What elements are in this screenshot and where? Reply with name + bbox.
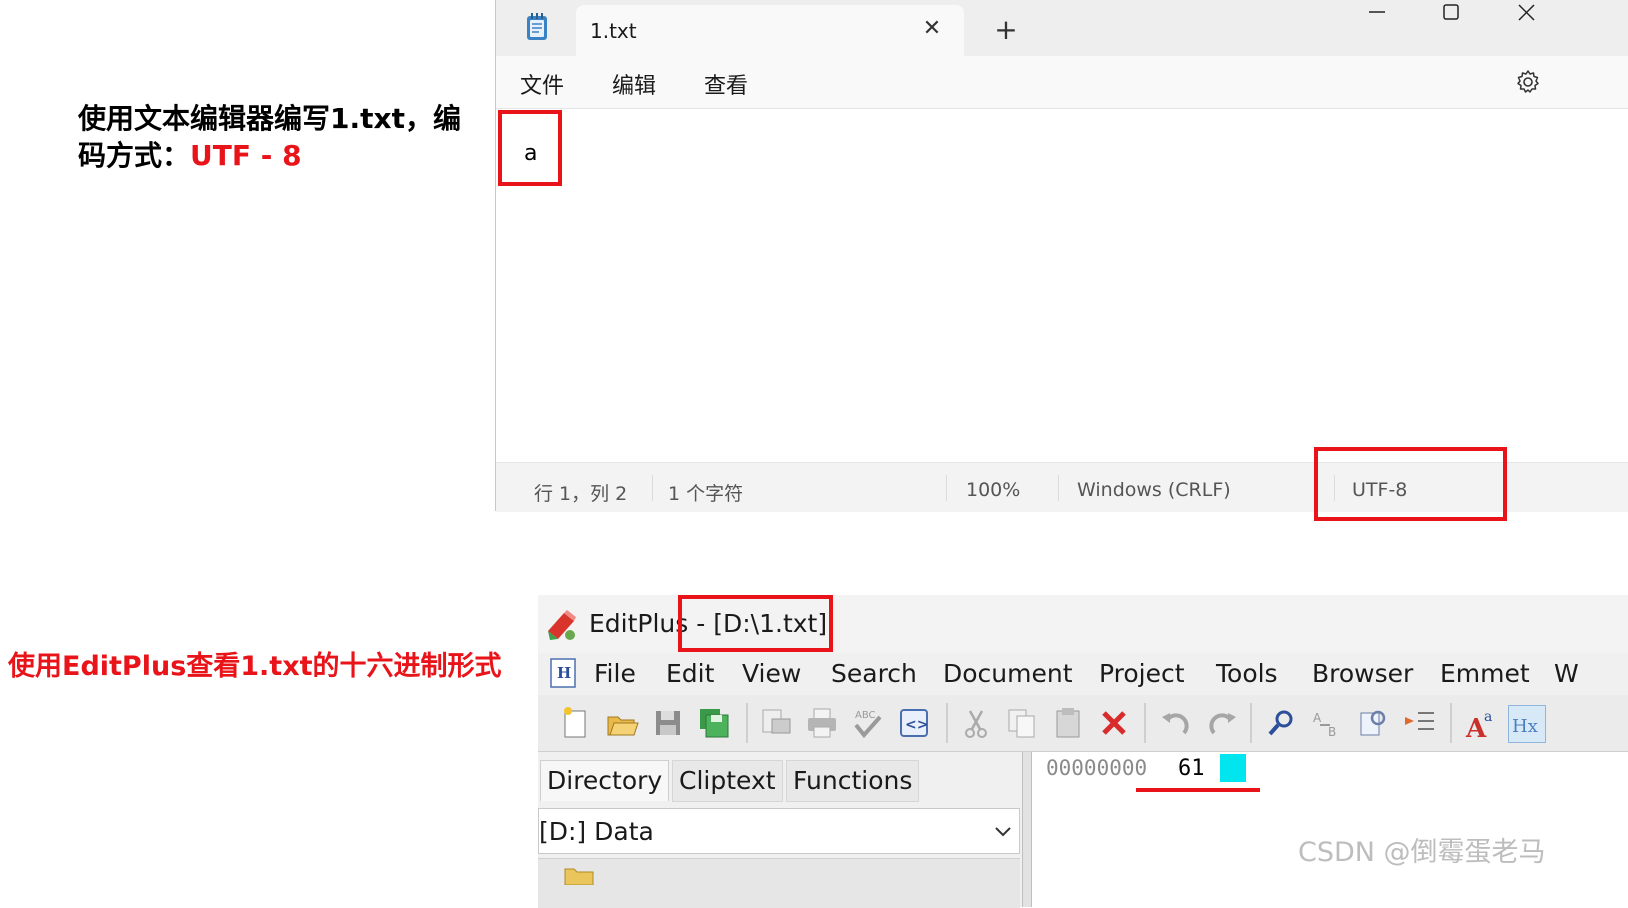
font-icon[interactable]: Aa: [1464, 705, 1500, 744]
redo-icon[interactable]: [1204, 705, 1240, 741]
notepad-window: 1.txt ✕ + 文件 编辑 查看 a 行 1，列 2 1 个字符 100% …: [495, 0, 1628, 512]
save-icon[interactable]: [650, 705, 686, 741]
find-icon[interactable]: [1264, 705, 1300, 741]
watermark: CSDN @倒霉蛋老马: [1298, 837, 1546, 868]
notepad-icon: [524, 12, 550, 42]
menu-view[interactable]: View: [742, 659, 801, 688]
toolbar-separator: [1144, 703, 1146, 743]
new-tab-button[interactable]: +: [990, 14, 1022, 46]
tab-1-txt[interactable]: 1.txt ✕: [576, 5, 964, 56]
status-divider: [1058, 475, 1059, 501]
hex-byte: 61: [1178, 756, 1205, 781]
sidebar-panel: Directory Cliptext Functions [D:] Data: [538, 752, 1020, 908]
cut-icon[interactable]: [958, 705, 994, 741]
print-icon[interactable]: [804, 705, 840, 741]
paste-icon[interactable]: [1050, 705, 1086, 741]
notepad-menubar: 文件 编辑 查看: [496, 56, 1628, 109]
indent-icon[interactable]: [1402, 705, 1438, 741]
menu-edit[interactable]: 编辑: [612, 68, 656, 100]
menu-window[interactable]: W: [1554, 659, 1579, 688]
svg-text:A: A: [1313, 711, 1322, 725]
tab-title: 1.txt: [590, 19, 637, 43]
menu-file[interactable]: 文件: [520, 68, 564, 100]
maximize-icon[interactable]: [1418, 0, 1482, 30]
chevron-down-icon: [993, 821, 1013, 841]
browser-preview-icon[interactable]: <>: [896, 705, 932, 741]
new-file-icon[interactable]: [558, 705, 594, 741]
menu-document[interactable]: Document: [943, 659, 1073, 688]
tab-cliptext[interactable]: Cliptext: [672, 760, 783, 802]
menu-search[interactable]: Search: [831, 659, 917, 688]
directory-tree-item[interactable]: [538, 858, 1020, 908]
highlight-content-box: [498, 110, 562, 186]
drive-select[interactable]: [D:] Data: [538, 808, 1020, 854]
hex-address: 00000000: [1046, 756, 1148, 780]
editplus-toolbar: ABC <> AB Aa Hx: [538, 695, 1628, 752]
status-divider: [946, 475, 947, 501]
status-divider: [652, 475, 653, 501]
find-in-files-icon[interactable]: [1356, 705, 1392, 741]
drive-select-value: [D:] Data: [539, 817, 654, 846]
folder-icon: [564, 865, 594, 886]
print-preview-icon[interactable]: [758, 705, 794, 741]
text-editor[interactable]: a: [496, 109, 1628, 462]
svg-text:ABC: ABC: [855, 710, 876, 721]
toolbar-separator: [1450, 703, 1452, 743]
highlight-filepath-box: [678, 595, 833, 652]
menu-tools[interactable]: Tools: [1216, 659, 1278, 688]
status-position: 行 1，列 2: [534, 483, 628, 505]
toolbar-separator: [946, 703, 948, 743]
menu-emmet[interactable]: Emmet: [1440, 659, 1530, 688]
svg-text:<>: <>: [905, 717, 928, 733]
notepad-titlebar: 1.txt ✕ +: [496, 0, 1628, 56]
document-icon[interactable]: H: [548, 657, 578, 689]
editplus-menubar: H File Edit View Search Document Project…: [538, 653, 1628, 696]
hex-view-icon[interactable]: Hx: [1508, 705, 1546, 743]
save-all-icon[interactable]: [696, 705, 732, 741]
close-icon[interactable]: [1494, 0, 1558, 30]
spellcheck-icon[interactable]: ABC: [850, 705, 886, 741]
copy-icon[interactable]: [1004, 705, 1040, 741]
menu-view[interactable]: 查看: [704, 68, 748, 100]
editplus-logo-icon: [544, 607, 580, 643]
menu-project[interactable]: Project: [1099, 659, 1185, 688]
svg-text:Hx: Hx: [1512, 716, 1538, 737]
gear-icon[interactable]: [1514, 68, 1542, 96]
menu-file[interactable]: File: [594, 659, 636, 688]
close-tab-icon[interactable]: ✕: [918, 15, 946, 43]
open-folder-icon[interactable]: [604, 705, 640, 741]
highlight-hex-underline: [1136, 788, 1260, 792]
svg-text:a: a: [1484, 709, 1492, 725]
caption-notepad: 使用文本编辑器编写1.txt，编码方式：UTF - 8: [78, 100, 488, 174]
app-name: EditPlus: [589, 609, 689, 638]
status-line-ending[interactable]: Windows (CRLF): [1077, 479, 1231, 501]
toolbar-separator: [1250, 703, 1252, 743]
caption-notepad-encoding: UTF - 8: [190, 139, 302, 172]
highlight-encoding-box: [1314, 447, 1507, 521]
status-zoom[interactable]: 100%: [966, 479, 1020, 501]
svg-text:H: H: [557, 664, 571, 682]
svg-text:B: B: [1328, 725, 1336, 739]
menu-edit[interactable]: Edit: [666, 659, 714, 688]
delete-icon[interactable]: [1096, 705, 1132, 741]
replace-icon[interactable]: AB: [1310, 705, 1346, 741]
menu-browser[interactable]: Browser: [1312, 659, 1413, 688]
panel-splitter[interactable]: [1022, 752, 1032, 907]
caption-editplus: 使用EditPlus查看1.txt的十六进制形式: [8, 651, 502, 682]
undo-icon[interactable]: [1158, 705, 1194, 741]
status-char-count: 1 个字符: [668, 483, 744, 505]
minimize-icon[interactable]: [1344, 0, 1408, 30]
hex-cursor: [1220, 754, 1246, 782]
tab-functions[interactable]: Functions: [786, 760, 920, 802]
toolbar-separator: [746, 703, 748, 743]
tab-directory[interactable]: Directory: [540, 760, 670, 801]
